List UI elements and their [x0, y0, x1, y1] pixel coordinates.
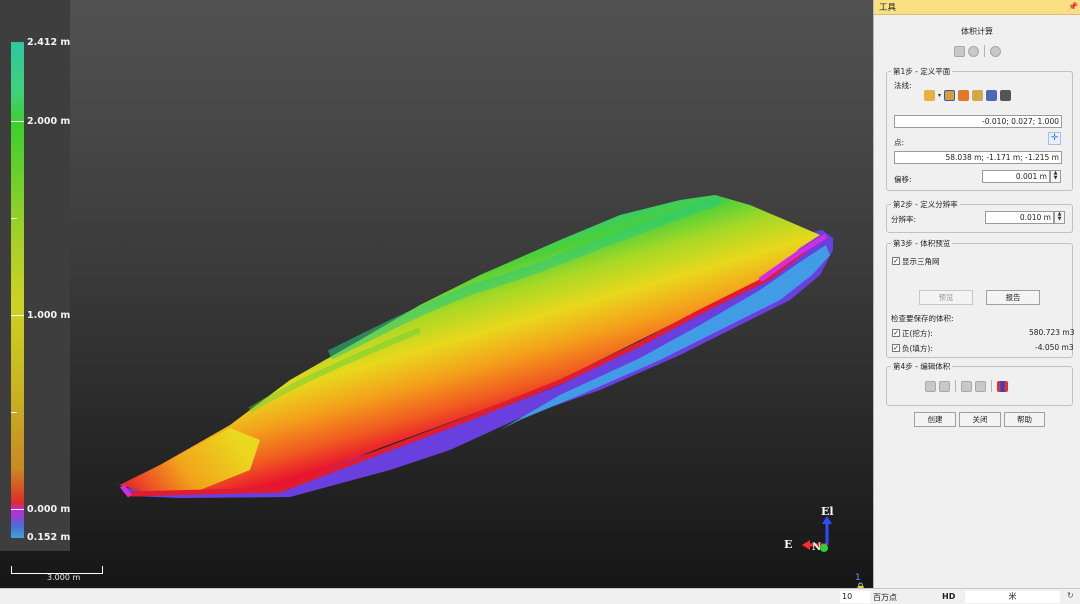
preview-button[interactable]: 预览: [919, 290, 973, 305]
step3-legend: 第3步 - 体积预览: [893, 239, 951, 248]
toolbar-separator: [983, 45, 985, 57]
step4-legend: 第4步 - 编辑体积: [893, 362, 951, 371]
normal-view-icon[interactable]: [986, 90, 998, 101]
histogram-icon[interactable]: [997, 380, 1008, 392]
select-icon[interactable]: [925, 380, 936, 392]
colorbar-tick: [11, 218, 17, 219]
camera-lock-icon[interactable]: 1🔒: [855, 573, 871, 588]
colorbar-label-high: 2.000 m: [27, 116, 71, 127]
point-count-unit: 百万点: [873, 593, 897, 602]
pick-point-icon[interactable]: ✛: [1048, 132, 1061, 145]
scale-bar-label: 3.000 m: [47, 573, 81, 582]
step1-legend: 第1步 - 定义平面: [893, 67, 951, 76]
colorbar-label-max: 2.412 m: [27, 37, 71, 48]
panel-top-toolbar: [874, 45, 1080, 57]
negative-value: -4.050 m3: [1035, 343, 1074, 352]
colorbar-tick: [11, 121, 24, 122]
offset-label: 偏移:: [894, 175, 912, 184]
colorbar-tick: [11, 509, 24, 510]
point-label: 点:: [894, 138, 905, 147]
report-button[interactable]: 报告: [986, 290, 1040, 305]
select-all-icon[interactable]: [939, 380, 950, 392]
unit-selector[interactable]: 米: [965, 591, 1060, 603]
close-button[interactable]: 关闭: [959, 412, 1001, 427]
panel-header: 工具 📌: [874, 0, 1080, 15]
negative-label: 负(填方):: [902, 344, 933, 353]
point-cloud-model: [118, 195, 833, 552]
resolution-input[interactable]: 0.010 m: [985, 211, 1054, 224]
normal-x-icon[interactable]: [924, 90, 935, 101]
volume-sphere-icon[interactable]: [967, 45, 979, 57]
axis-north-dot: [820, 544, 828, 552]
toolbar-separator: [955, 380, 956, 392]
normal-toolbar: ▾: [924, 90, 1012, 101]
positive-value: 580.723 m3: [1029, 328, 1075, 337]
negative-checkbox[interactable]: ✓: [892, 344, 900, 352]
volume-tool-icon[interactable]: [953, 45, 965, 57]
color-scale-bar: [11, 42, 24, 538]
filter-icon[interactable]: [975, 380, 986, 392]
normal-fit-icon[interactable]: [972, 90, 984, 101]
show-triangles-checkbox[interactable]: ✓: [892, 257, 900, 265]
3d-viewport[interactable]: 2.412 m 2.000 m 1.000 m 0.000 m 0.152 m …: [0, 0, 873, 588]
colorbar-tick: [11, 315, 24, 316]
panel-title: 体积计算: [961, 27, 993, 36]
panel-header-title: 工具: [879, 3, 897, 13]
dropdown-arrow-icon[interactable]: ▾: [938, 92, 941, 99]
normal-y-icon[interactable]: [944, 90, 956, 101]
colorbar-label-min: 0.152 m: [27, 532, 71, 543]
settings-icon[interactable]: ↻: [1067, 591, 1074, 600]
tool-panel: 工具 📌 体积计算 第1步 - 定义平面 法线: ▾ -0.010; 0.027…: [873, 0, 1080, 588]
normal-z-icon[interactable]: [958, 90, 970, 101]
check-volumes-label: 检查要保存的体积:: [891, 314, 954, 323]
axis-up-label: El: [821, 505, 834, 518]
positive-label: 正(挖方):: [902, 329, 933, 338]
resolution-label: 分辨率:: [891, 215, 917, 224]
normal-camera-icon[interactable]: [1000, 90, 1012, 101]
resolution-spinner[interactable]: ▲ ▼: [1054, 211, 1065, 224]
show-triangles-label: 显示三角网: [902, 257, 940, 266]
help-button[interactable]: 帮助: [1004, 412, 1045, 427]
axis-north-label: N: [812, 542, 822, 553]
point-input[interactable]: 58.038 m; -1.171 m; -1.215 m: [894, 151, 1062, 164]
colorbar-tick: [11, 412, 17, 413]
axis-east-arrow: [802, 540, 810, 550]
status-bar: 10 百万点 HD 米 ↻: [0, 588, 1080, 604]
toolbar-separator: [991, 380, 992, 392]
camera-indicator-text: 1: [855, 573, 861, 583]
step2-legend: 第2步 - 定义分辨率: [893, 200, 958, 209]
offset-input[interactable]: 0.001 m: [982, 170, 1050, 183]
colorbar-label-zero: 0.000 m: [27, 504, 71, 515]
cloud-icon[interactable]: [989, 45, 1001, 57]
colorbar-label-mid: 1.000 m: [27, 310, 71, 321]
normal-label: 法线:: [894, 81, 912, 90]
normal-input[interactable]: -0.010; 0.027; 1.000: [894, 115, 1062, 128]
pin-icon[interactable]: 📌: [1068, 2, 1078, 12]
hd-indicator[interactable]: HD: [942, 592, 955, 601]
positive-checkbox[interactable]: ✓: [892, 329, 900, 337]
edit-volume-toolbar: [925, 380, 1008, 392]
create-button[interactable]: 创建: [914, 412, 956, 427]
offset-spinner[interactable]: ▲ ▼: [1050, 170, 1061, 183]
point-count-field[interactable]: 10: [840, 591, 870, 603]
edit-icon[interactable]: [961, 380, 972, 392]
axis-east-label: E: [784, 538, 793, 551]
